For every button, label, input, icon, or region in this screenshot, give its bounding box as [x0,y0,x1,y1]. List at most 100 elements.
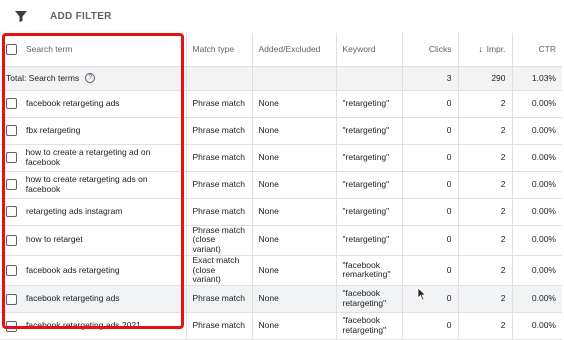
column-header-clicks[interactable]: Clicks [401,33,458,67]
total-clicks: 3 [401,66,458,91]
search-terms-table: Search term Match type Added/Excluded Ke… [0,33,562,340]
impr-cell: 2 [457,285,512,314]
search-term-cell: facebook retargeting ads [0,285,186,314]
impr-cell: 2 [457,90,512,118]
search-term-cell: retargeting ads instagram [0,198,186,226]
search-term-cell: how to create retargeting ads on faceboo… [0,171,186,199]
clicks-cell: 0 [401,90,458,118]
clicks-cell: 0 [401,285,458,314]
column-header-ctr[interactable]: CTR [511,33,562,67]
ctr-cell: 0.00% [511,255,562,287]
match-cell: Exact match (close variant) [185,255,252,287]
keyword-cell: "retargeting" [335,198,402,226]
search-term-text: fbx retargeting [26,124,81,135]
match-cell: Phrase match [185,117,252,145]
added-cell: None [251,198,336,226]
added-cell: None [251,225,336,256]
row-checkbox[interactable] [6,152,17,163]
impr-cell: 2 [457,198,512,226]
added-cell: None [251,90,336,118]
match-cell: Phrase match [185,198,252,226]
match-cell: Phrase match [185,90,252,118]
keyword-cell: "retargeting" [335,171,402,199]
search-term-cell: how to create a retargeting ad on facebo… [0,144,186,172]
row-checkbox[interactable] [6,206,17,217]
keyword-cell: "facebook retargeting" [335,285,402,314]
added-cell: None [251,285,336,314]
table-row[interactable]: facebook retargeting ads Phrase match None… [0,90,562,118]
search-term-header-label: Search term [26,44,73,55]
ctr-cell: 0.00% [511,117,562,145]
total-added-cell [251,66,336,91]
select-all-checkbox[interactable] [6,43,17,55]
search-term-text: facebook retargeting ads [26,293,120,304]
clicks-cell: 0 [401,255,458,287]
total-match-cell [185,66,252,91]
match-cell: Phrase match [185,171,252,199]
table-row[interactable]: fbx retargeting Phrase match None "retarget… [0,117,562,145]
total-row: Total: Search terms ? 3 290 1.03% [0,66,562,91]
search-term-text: how to retarget [26,234,83,245]
added-cell: None [251,171,336,199]
column-header-impr[interactable]: ↓ Impr. [457,33,512,67]
arrow-down-icon: ↓ [478,44,483,55]
total-impr: 290 [457,66,512,91]
column-header-match-type[interactable]: Match type [185,33,252,67]
table-row[interactable]: how to create a retargeting ad on facebo… [0,144,562,172]
row-checkbox[interactable] [6,320,17,332]
table-header-row: Search term Match type Added/Excluded Ke… [0,33,562,67]
column-header-added-excluded[interactable]: Added/Excluded [251,33,336,67]
ctr-cell: 0.00% [511,285,562,314]
clicks-cell: 0 [401,117,458,145]
ctr-cell: 0.00% [511,144,562,172]
total-label-cell: Total: Search terms ? [0,66,186,91]
search-term-text: facebook retargeting ads 2021 [26,320,141,331]
impr-cell: 2 [457,144,512,172]
row-checkbox[interactable] [6,234,17,246]
add-filter-button[interactable]: ADD FILTER [50,11,112,22]
mouse-cursor-icon [417,287,427,301]
ctr-cell: 0.00% [511,90,562,118]
table-row[interactable]: facebook ads retargeting Exact match (clo… [0,255,562,287]
search-term-text: facebook retargeting ads [26,97,120,108]
help-icon[interactable]: ? [85,73,96,83]
clicks-cell: 0 [401,225,458,256]
match-cell: Phrase match [185,285,252,314]
total-keyword-cell [335,66,402,91]
row-checkbox[interactable] [6,98,17,109]
row-checkbox[interactable] [6,125,17,136]
table-row[interactable]: how to retarget Phrase match (close varia… [0,225,562,256]
keyword-cell: "retargeting" [335,225,402,256]
total-ctr: 1.03% [511,66,562,91]
added-cell: None [251,144,336,172]
search-term-cell: fbx retargeting [0,117,186,145]
impr-header-label: Impr. [486,44,506,55]
filter-icon[interactable] [14,9,28,23]
impr-cell: 2 [457,255,512,287]
column-header-search-term[interactable]: Search term [0,33,186,67]
column-header-keyword[interactable]: Keyword [335,33,402,67]
ctr-cell: 0.00% [511,171,562,199]
clicks-cell: 0 [401,144,458,172]
table-row[interactable]: how to create retargeting ads on faceboo… [0,171,562,199]
search-term-text: how to create a retargeting ad on facebo… [25,146,151,167]
impr-cell: 2 [457,171,512,199]
keyword-cell: "retargeting" [335,90,402,118]
filter-bar: ADD FILTER [0,0,564,34]
row-checkbox[interactable] [6,293,17,305]
impr-cell: 2 [457,117,512,145]
search-term-cell: how to retarget [0,225,186,256]
match-cell: Phrase match (close variant) [185,225,252,256]
search-term-text: retargeting ads instagram [26,205,123,216]
search-term-cell: facebook retargeting ads [0,90,186,118]
table-row[interactable]: facebook retargeting ads Phrase match None… [0,285,562,314]
clicks-cell: 0 [401,171,458,199]
search-term-text: facebook ads retargeting [26,264,120,275]
row-checkbox[interactable] [6,264,17,276]
table-row[interactable]: retargeting ads instagram Phrase match Non… [0,198,562,226]
keyword-cell: "retargeting" [335,117,402,145]
ctr-cell: 0.00% [511,198,562,226]
ctr-cell: 0.00% [511,225,562,256]
row-checkbox[interactable] [6,179,17,190]
total-label: Total: Search terms [6,73,80,83]
